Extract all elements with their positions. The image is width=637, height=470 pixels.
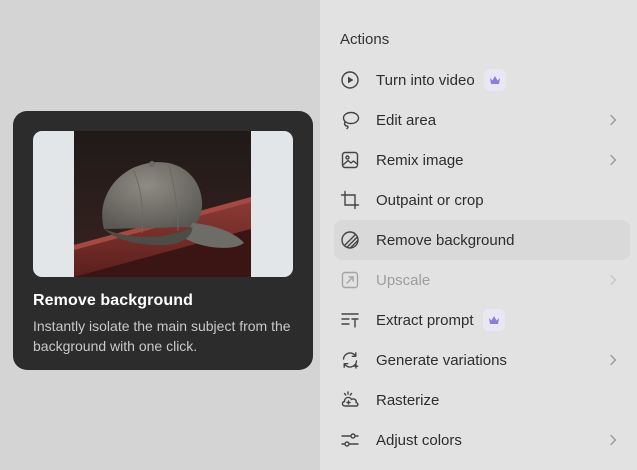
action-label: Rasterize <box>376 391 440 409</box>
action-label: Adjust colors <box>376 431 462 449</box>
action-label: Extract prompt <box>376 311 474 329</box>
action-upscale[interactable]: Upscale <box>334 260 630 300</box>
upscale-icon <box>339 269 361 291</box>
action-label: Remix image <box>376 151 464 169</box>
extract-text-icon <box>339 309 361 331</box>
chevron-right-icon <box>610 114 617 126</box>
action-adjust-colors[interactable]: Adjust colors <box>334 420 630 460</box>
preview-tooltip-card: Remove background Instantly isolate the … <box>13 111 313 370</box>
action-turn-into-video[interactable]: Turn into video <box>334 60 630 100</box>
preview-image-frame <box>33 131 293 277</box>
chevron-right-icon <box>610 434 617 446</box>
preview-image <box>74 131 251 277</box>
action-label: Edit area <box>376 111 437 129</box>
preview-title: Remove background <box>33 292 193 309</box>
chevron-right-icon <box>610 354 617 366</box>
crown-icon <box>482 309 505 331</box>
action-label: Turn into video <box>376 71 475 89</box>
remove-background-icon <box>339 229 361 251</box>
actions-panel: Actions Turn into video Edit area Remix … <box>320 0 637 470</box>
actions-heading: Actions <box>340 31 390 48</box>
crown-icon <box>483 69 506 91</box>
crop-icon <box>339 189 361 211</box>
refresh-sparkle-icon <box>339 349 361 371</box>
action-label: Upscale <box>376 271 431 289</box>
chevron-right-icon <box>610 154 617 166</box>
action-remix-image[interactable]: Remix image <box>334 140 630 180</box>
action-edit-area[interactable]: Edit area <box>334 100 630 140</box>
preview-description: Instantly isolate the main subject from … <box>33 318 291 354</box>
sliders-icon <box>339 429 361 451</box>
action-label: Remove background <box>376 231 515 249</box>
action-generate-variations[interactable]: Generate variations <box>334 340 630 380</box>
action-label: Outpaint or crop <box>376 191 484 209</box>
cloud-grid-icon <box>339 389 361 411</box>
action-rasterize[interactable]: Rasterize <box>334 380 630 420</box>
play-circle-icon <box>339 69 361 91</box>
image-icon <box>339 149 361 171</box>
chevron-right-icon <box>610 274 617 286</box>
lasso-icon <box>339 109 361 131</box>
action-label: Generate variations <box>376 351 507 369</box>
action-remove-background[interactable]: Remove background <box>334 220 630 260</box>
canvas-area: Remove background Instantly isolate the … <box>0 0 320 470</box>
action-outpaint-or-crop[interactable]: Outpaint or crop <box>334 180 630 220</box>
action-extract-prompt[interactable]: Extract prompt <box>334 300 630 340</box>
action-list: Turn into video Edit area Remix image Ou… <box>334 60 630 460</box>
